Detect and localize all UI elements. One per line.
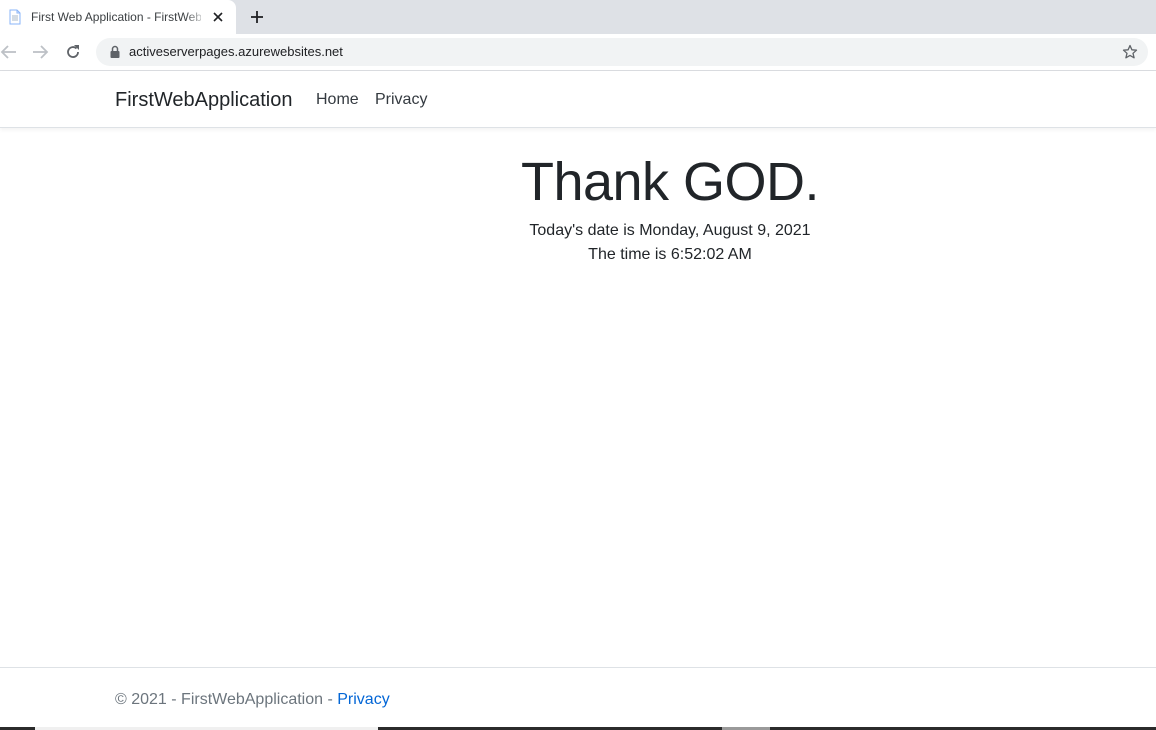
nav-link-privacy[interactable]: Privacy [375,90,427,110]
browser-tab[interactable]: First Web Application - FirstWebApplicat… [0,0,236,34]
brand-link[interactable]: FirstWebApplication [115,88,292,112]
tab-strip: First Web Application - FirstWebApplicat… [0,0,1156,34]
time-text: The time is 6:52:02 AM [588,246,752,263]
page-heading: Thank GOD. [520,152,820,212]
browser-window: First Web Application - FirstWebApplicat… [0,0,1156,730]
address-bar[interactable]: activeserverpages.azurewebsites.net [96,38,1148,66]
lock-icon[interactable] [108,45,122,59]
close-icon[interactable] [210,9,226,25]
nav-link-home[interactable]: Home [316,90,359,110]
page-icon [9,9,21,25]
tab-title: First Web Application - FirstWebApplicat… [31,10,201,24]
footer-text: © 2021 - FirstWebApplication - Privacy [115,690,390,710]
browser-toolbar: activeserverpages.azurewebsites.net [0,34,1156,71]
date-text: Today's date is Monday, August 9, 2021 [529,222,811,239]
site-footer: © 2021 - FirstWebApplication - Privacy [0,667,1156,729]
arrow-right-icon[interactable] [31,43,49,61]
tab-title-fade [185,8,207,26]
site-navbar: FirstWebApplication Home Privacy [0,71,1156,128]
plus-icon[interactable] [248,8,266,26]
footer-copyright: © 2021 - FirstWebApplication - [115,691,338,708]
reload-icon[interactable] [64,43,82,61]
arrow-left-icon[interactable] [0,43,18,61]
footer-privacy-link[interactable]: Privacy [337,691,389,708]
web-page: FirstWebApplication Home Privacy Thank G… [0,71,1156,730]
star-icon[interactable] [1122,44,1138,60]
url-text[interactable]: activeserverpages.azurewebsites.net [129,44,343,60]
